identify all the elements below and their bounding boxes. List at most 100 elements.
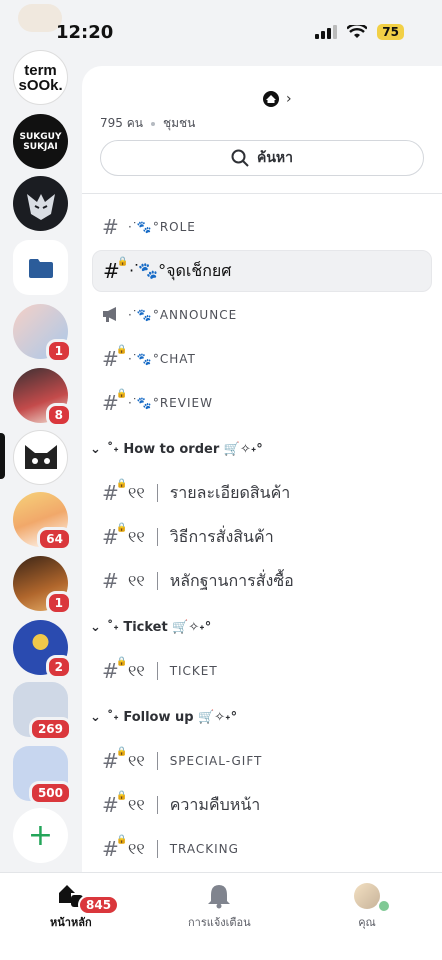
- channel-tracking[interactable]: # 🔒 ୧୧ TRACKING: [92, 828, 432, 870]
- category-follow-up[interactable]: ⌄ ˚˖ Follow up 🛒✧˖°: [90, 710, 237, 725]
- category-ticket[interactable]: ⌄ ˚˖ Ticket 🛒✧˖°: [90, 620, 211, 635]
- channel-progress[interactable]: # 🔒 ୧୧ ความคืบหน้า: [92, 784, 432, 826]
- category-label: ˚˖ Ticket 🛒✧˖°: [106, 620, 212, 635]
- server-eyes[interactable]: 2: [13, 620, 72, 679]
- cat-icon: [24, 444, 57, 469]
- channel-name: วิธีการสั่งสินค้า: [169, 526, 274, 546]
- home-badge: 845: [78, 895, 120, 915]
- channel-panel: › 795 คน ชุมชน ค้นหา # ·ᐝ🐾°ROLE # 🔒 ·ᐝ🐾°จ…: [82, 66, 442, 872]
- divider: [156, 662, 158, 680]
- member-count: 795 คน ชุมชน: [100, 114, 195, 133]
- channel-name-wrap: ୧୧ วิธีการสั่งสินค้า: [128, 525, 274, 550]
- server-witch[interactable]: 8: [13, 368, 72, 427]
- unread-badge: 64: [37, 527, 72, 551]
- server-home-link[interactable]: ›: [262, 90, 292, 108]
- category-how-to-order[interactable]: ⌄ ˚˖ How to order 🛒✧˖°: [90, 442, 263, 457]
- plus-icon: +: [27, 818, 54, 853]
- locked-hash-icon: # 🔒: [102, 479, 128, 505]
- tab-label: หน้าหลัก: [50, 916, 92, 929]
- channel-prefix: ୧୧: [128, 571, 145, 590]
- channel-name: หลักฐานการสั่งซื้อ: [169, 570, 294, 590]
- server-portrait[interactable]: 1: [13, 556, 72, 615]
- channel-check-rank[interactable]: # 🔒 ·ᐝ🐾°จุดเช็กยศ: [92, 250, 432, 292]
- members-text: 795 คน: [100, 116, 143, 130]
- channel-name: TICKET: [169, 664, 218, 678]
- divider: [156, 840, 158, 858]
- tab-label: คุณ: [358, 916, 376, 929]
- divider: [156, 796, 158, 814]
- server-kid[interactable]: 64: [13, 492, 72, 551]
- channel-chat[interactable]: # 🔒 ·ᐝ🐾°CHAT: [92, 338, 432, 380]
- channel-how-to-buy[interactable]: # 🔒 ୧୧ วิธีการสั่งสินค้า: [92, 516, 432, 558]
- add-server-button[interactable]: +: [13, 808, 68, 863]
- wifi-icon: [347, 25, 368, 38]
- channel-review[interactable]: # 🔒 ·ᐝ🐾°REVIEW: [92, 382, 432, 424]
- channel-name-wrap: ୧୧ TICKET: [128, 661, 218, 681]
- channel-name: ·ᐝ🐾°CHAT: [128, 352, 196, 366]
- server-cat[interactable]: [13, 430, 68, 485]
- chevron-down-icon: ⌄: [90, 620, 101, 635]
- channel-prefix: ୧୧: [128, 527, 145, 546]
- separator-dot: [150, 121, 155, 126]
- bottom-nav: หน้าหลัก 845 การแจ้งเตือน คุณ: [0, 872, 442, 960]
- server-folder[interactable]: [13, 240, 68, 295]
- locked-hash-icon: # 🔒: [103, 257, 129, 283]
- unread-badge: 1: [45, 591, 72, 615]
- server-wolf[interactable]: [13, 176, 68, 231]
- divider: [156, 528, 158, 546]
- server-anime1[interactable]: 1: [13, 304, 72, 363]
- unread-badge: 2: [45, 655, 72, 679]
- channel-name: ความคืบหน้า: [169, 794, 261, 814]
- channel-name-wrap: ୧୧ TRACKING: [128, 839, 239, 859]
- channel-special-gift[interactable]: # 🔒 ୧୧ SPECIAL-GIFT: [92, 740, 432, 782]
- server-sukguy[interactable]: SUKGUY SUKJAI: [13, 114, 68, 169]
- server-group2[interactable]: 500: [13, 746, 72, 805]
- hash-icon: #: [102, 215, 119, 239]
- channel-name-wrap: ୧୧ รายละเอียดสินค้า: [128, 481, 290, 506]
- gear-house-icon: [263, 91, 279, 107]
- divider: [156, 484, 158, 502]
- server-group1[interactable]: 269: [13, 682, 72, 741]
- channel-name: TRACKING: [169, 842, 239, 856]
- channel-prefix: ୧୧: [128, 795, 145, 814]
- channel-ticket[interactable]: # 🔒 ୧୧ TICKET: [92, 650, 432, 692]
- channel-product-details[interactable]: # 🔒 ୧୧ รายละเอียดสินค้า: [92, 472, 432, 514]
- server-label: SUKGUY SUKJAI: [19, 131, 62, 152]
- server-header: › 795 คน ชุมชน ค้นหา: [82, 66, 442, 194]
- channel-prefix: ୧୧: [128, 751, 145, 770]
- tab-label: การแจ้งเตือน: [188, 916, 251, 929]
- chevron-right-icon: ›: [286, 91, 292, 107]
- tab-notifications[interactable]: การแจ้งเตือน: [188, 883, 251, 931]
- server-rail[interactable]: term sOOk. SUKGUY SUKJAI 1 8 64 1 2 269 …: [0, 40, 82, 870]
- megaphone-icon: [102, 303, 128, 327]
- locked-hash-icon: # 🔒: [102, 389, 128, 415]
- channel-prefix: ୧୧: [128, 661, 145, 680]
- search-button[interactable]: ค้นหา: [100, 140, 424, 176]
- locked-hash-icon: # 🔒: [102, 345, 128, 371]
- category-label: ˚˖ How to order 🛒✧˖°: [106, 442, 263, 457]
- folder-icon: [28, 258, 53, 278]
- channel-name: SPECIAL-GIFT: [169, 754, 263, 768]
- locked-hash-icon: # 🔒: [102, 791, 128, 817]
- channel-name: ·ᐝ🐾°ROLE: [128, 220, 196, 234]
- channel-name: รายละเอียดสินค้า: [169, 482, 291, 502]
- chevron-down-icon: ⌄: [90, 442, 101, 457]
- channel-role[interactable]: # ·ᐝ🐾°ROLE: [92, 206, 432, 248]
- hash-icon: #: [102, 569, 119, 593]
- channel-order-proof[interactable]: # ୧୧ หลักฐานการสั่งซื้อ: [92, 560, 432, 602]
- divider: [156, 752, 158, 770]
- category-label: ˚˖ Follow up 🛒✧˖°: [106, 710, 238, 725]
- community-text: ชุมชน: [162, 116, 196, 130]
- search-label: ค้นหา: [256, 150, 294, 166]
- server-termsook[interactable]: term sOOk.: [13, 50, 68, 105]
- channel-announce[interactable]: ·ᐝ🐾°ANNOUNCE: [92, 294, 432, 336]
- unread-badge: 500: [28, 781, 72, 805]
- divider: [156, 572, 158, 590]
- channel-name: ·ᐝ🐾°ANNOUNCE: [128, 308, 238, 322]
- unread-badge: 269: [28, 717, 72, 741]
- server-label: term sOOk.: [18, 61, 63, 94]
- channel-prefix: ୧୧: [128, 839, 145, 858]
- active-server-indicator: [0, 433, 5, 479]
- online-status-dot: [377, 899, 391, 913]
- bell-icon: [208, 885, 231, 909]
